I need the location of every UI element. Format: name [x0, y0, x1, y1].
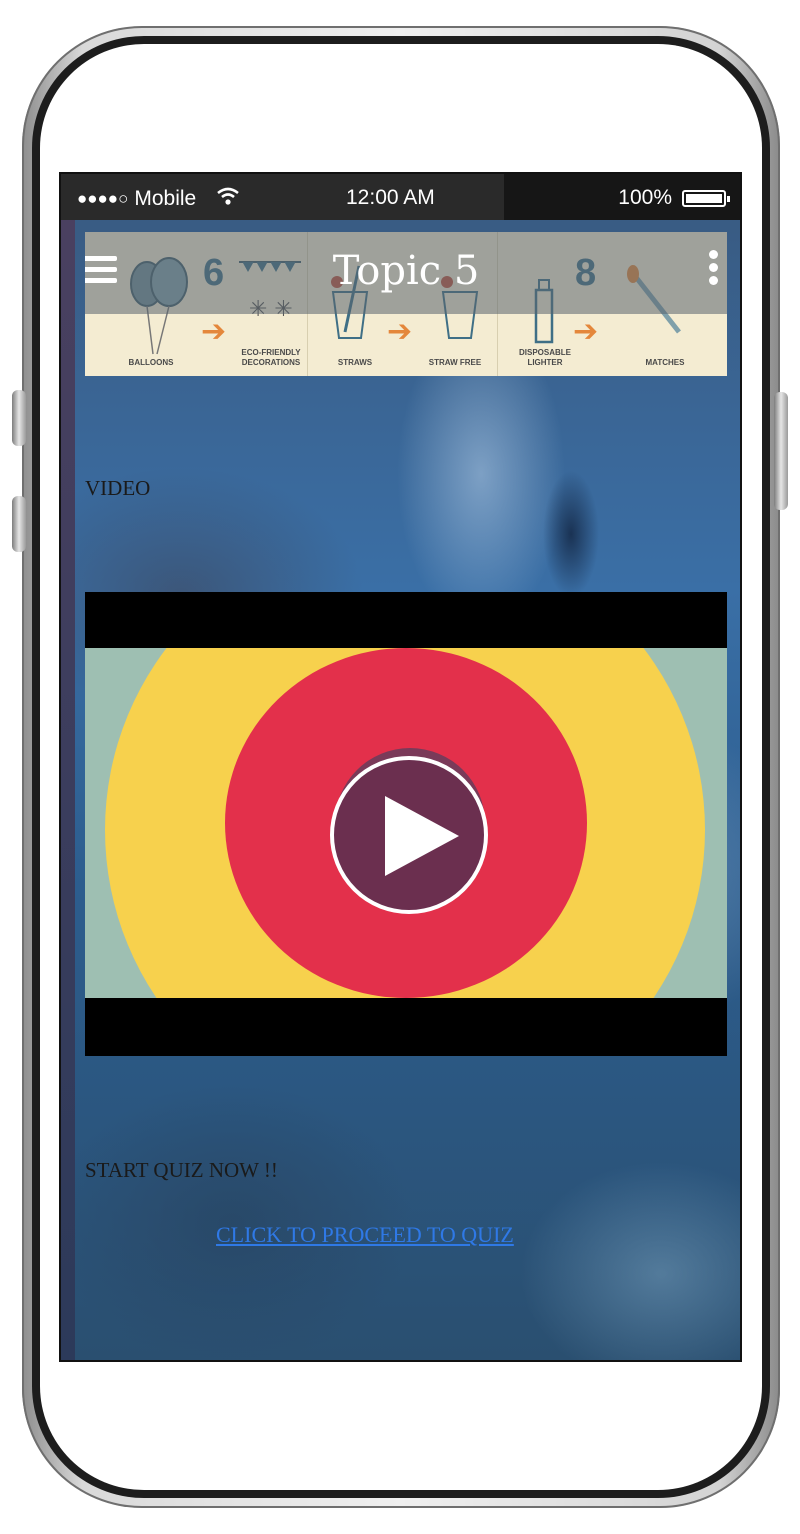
play-icon[interactable]	[385, 796, 459, 876]
banner-label: BALLOONS	[128, 358, 174, 367]
signal-strength-icon: ●●●●○	[77, 189, 129, 208]
status-bar: ●●●●○ Mobile 12:00 AM 100%	[61, 174, 740, 220]
power-button	[774, 392, 788, 510]
arrow-right-icon: ➔	[201, 314, 227, 349]
video-player[interactable]	[85, 592, 727, 1056]
arrow-right-icon: ➔	[573, 314, 599, 349]
banner-label: STRAW FREE	[428, 358, 482, 367]
status-bar-right: 100%	[618, 186, 730, 210]
wifi-icon	[216, 186, 240, 212]
video-section-label: VIDEO	[85, 476, 151, 500]
background-edge	[61, 214, 75, 1360]
battery-icon	[682, 189, 730, 207]
video-thumbnail	[85, 648, 727, 998]
banner-label: MATCHES	[645, 358, 685, 367]
quiz-section-label: START QUIZ NOW !!	[85, 1158, 278, 1182]
status-bar-left: ●●●●○ Mobile	[77, 186, 240, 212]
banner-label: ECO-FRIENDLY DECORATIONS	[241, 348, 301, 367]
proceed-to-quiz-link[interactable]: CLICK TO PROCEED TO QUIZ	[216, 1222, 514, 1248]
banner-label: DISPOSABLE LIGHTER	[518, 348, 571, 367]
header-banner: 6 ➔ ✳ ✳ ECO-FRIENDLY DECORATIONS BALLOON…	[85, 232, 727, 376]
battery-percentage: 100%	[618, 186, 672, 209]
arrow-right-icon: ➔	[387, 314, 413, 349]
carrier-name: Mobile	[134, 187, 197, 210]
volume-down-button	[12, 496, 26, 552]
volume-up-button	[12, 390, 26, 446]
status-time: 12:00 AM	[346, 186, 435, 209]
screen: ●●●●○ Mobile 12:00 AM 100% ➔ ECO-FRIENDL…	[59, 172, 742, 1362]
banner-label: STRAWS	[337, 358, 373, 367]
page-title: Topic 5	[332, 248, 480, 294]
more-options-icon[interactable]	[709, 250, 719, 289]
